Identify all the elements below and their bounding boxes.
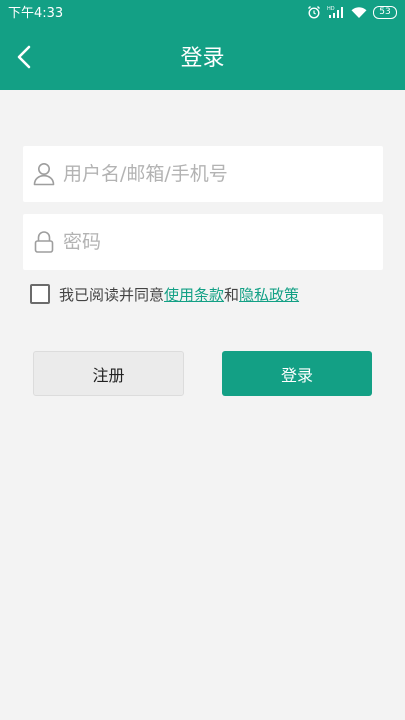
page-title: 登录 [180,46,225,71]
agreement-checkbox[interactable] [30,284,50,304]
username-input[interactable] [63,154,373,194]
status-bar: 下午4:33 HD 53 [0,0,405,28]
agreement-connector: 和 [224,285,240,304]
username-field [23,146,383,202]
status-time: 下午4:33 [8,6,64,21]
register-button[interactable]: 注册 [33,351,184,396]
agreement-row: 我已阅读并同意 使用条款 和 隐私政策 [30,282,299,306]
password-field [23,214,383,270]
chevron-left-icon [16,45,32,73]
status-icons: HD 53 [307,5,397,19]
svg-text:HD: HD [327,6,335,12]
terms-link[interactable]: 使用条款 [164,284,224,305]
agreement-text: 我已阅读并同意 [59,285,165,304]
back-button[interactable] [6,40,42,78]
wifi-icon [351,6,367,19]
privacy-link[interactable]: 隐私政策 [239,284,299,305]
app-bar: 登录 [0,28,405,90]
battery-icon: 53 [373,5,397,19]
hd-signal-icon: HD [327,5,345,19]
alarm-icon [307,5,321,19]
login-button[interactable]: 登录 [222,351,372,396]
lock-icon [33,230,55,254]
password-input[interactable] [63,222,373,262]
user-icon [33,162,55,186]
